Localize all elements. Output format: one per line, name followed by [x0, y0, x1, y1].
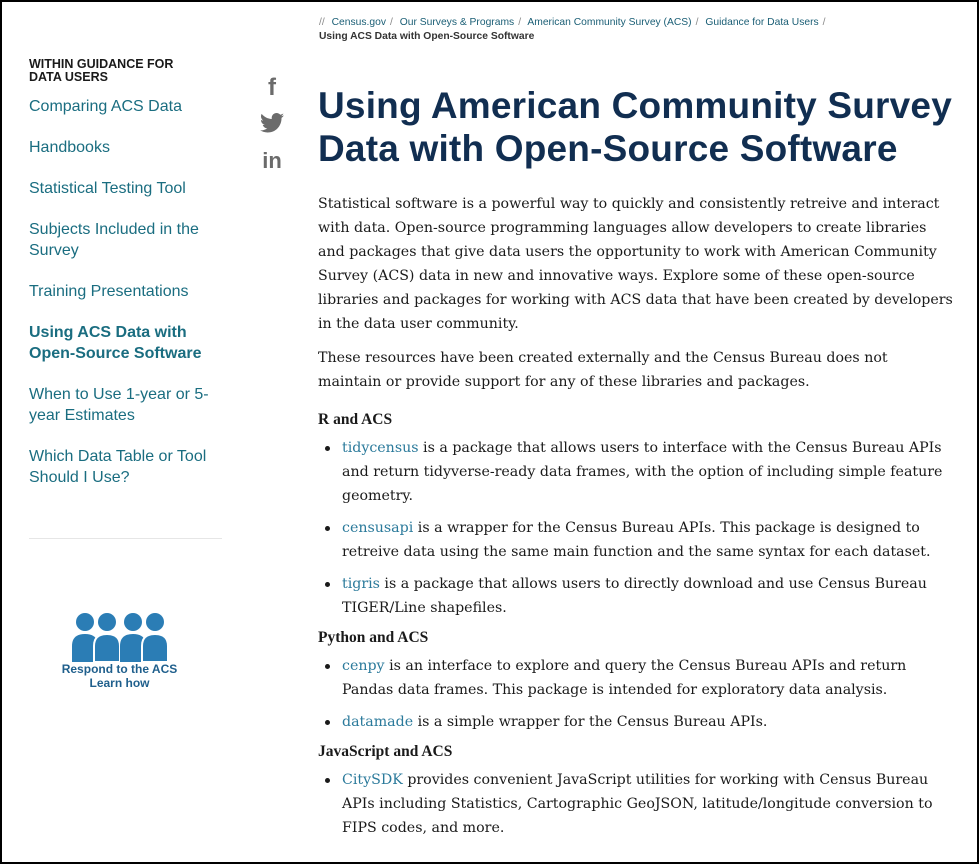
intro-line: Survey (ACS) data in new and innovative … [318, 268, 915, 284]
item-text: APIs including Statistics, Cartographic … [342, 796, 933, 812]
disclaimer-paragraph: These resources have been created extern… [318, 346, 977, 394]
sidebar-item-label: Comparing ACS Data [29, 98, 182, 115]
item-text: is an interface to explore and query the… [384, 658, 907, 674]
breadcrumb-lead: // [319, 17, 325, 28]
people-group-icon [71, 613, 169, 662]
item-text: geometry. [342, 488, 413, 504]
breadcrumb-surveys-programs[interactable]: Our Surveys & Programs [400, 17, 514, 28]
item-text: provides convenient JavaScript utilities… [402, 772, 929, 788]
breadcrumb-guidance[interactable]: Guidance for Data Users [705, 17, 818, 28]
main-content: Using American Community Survey Data wit… [318, 84, 977, 844]
item-text: retreive data using the same main functi… [342, 544, 931, 560]
page-title-line1: Using American Community Survey [318, 85, 952, 126]
intro-line: with data. Open-source programming langu… [318, 220, 927, 236]
sidebar-item-label: Subjects Included in the [29, 221, 199, 238]
sidebar-item-training-presentations[interactable]: Training Presentations [29, 281, 229, 302]
list-item: tidycensus is a package that allows user… [318, 436, 977, 508]
intro-line: Statistical software is a powerful way t… [318, 196, 940, 212]
sidebar-item-label: Survey [29, 242, 79, 259]
breadcrumb: // Census.gov / Our Surveys & Programs / A… [319, 16, 959, 43]
sidebar-nav: WITHIN GUIDANCE FOR DATA USERS Comparing… [29, 58, 229, 508]
sidebar-item-label: Training Presentations [29, 283, 189, 300]
javascript-package-list: CitySDK provides convenient JavaScript u… [318, 768, 977, 840]
sidebar-item-label: Which Data Table or Tool [29, 448, 207, 465]
list-item: cenpy is an interface to explore and que… [318, 654, 977, 702]
item-text: is a package that allows users to interf… [418, 440, 942, 456]
social-share: f in [258, 75, 286, 174]
item-text: is a wrapper for the Census Bureau APIs.… [413, 520, 920, 536]
twitter-bird-svg [260, 113, 284, 133]
item-text: is a simple wrapper for the Census Burea… [413, 714, 768, 730]
intro-line: libraries and packages for working with … [318, 292, 953, 308]
sidebar-item-label: Open-Source Software [29, 345, 202, 362]
sidebar-divider [29, 538, 222, 539]
sidebar-item-label: Should I Use? [29, 469, 130, 486]
tigris-link[interactable]: tigris [342, 576, 380, 592]
breadcrumb-current: Using ACS Data with Open-Source Software [319, 30, 535, 42]
section-heading-r: R and ACS [318, 411, 393, 428]
list-item: datamade is a simple wrapper for the Cen… [318, 710, 977, 734]
datamade-link[interactable]: datamade [342, 714, 413, 730]
breadcrumb-census-gov[interactable]: Census.gov [332, 17, 386, 28]
page-title: Using American Community Survey Data wit… [318, 84, 977, 170]
list-item: censusapi is a wrapper for the Census Bu… [318, 516, 977, 564]
sidebar-item-subjects-included[interactable]: Subjects Included in the Survey [29, 219, 229, 261]
section-heading-python: Python and ACS [318, 629, 429, 646]
item-text: is a package that allows users to direct… [379, 576, 927, 592]
disclaimer-line: These resources have been created extern… [318, 350, 888, 366]
cenpy-link[interactable]: cenpy [342, 658, 385, 674]
sidebar-item-statistical-testing-tool[interactable]: Statistical Testing Tool [29, 178, 229, 199]
twitter-icon[interactable] [258, 113, 286, 138]
sidebar-item-which-data-table[interactable]: Which Data Table or Tool Should I Use? [29, 446, 229, 488]
item-text: TIGER/Line shapefiles. [342, 600, 507, 616]
tidycensus-link[interactable]: tidycensus [342, 440, 419, 456]
respond-learn-how-label: Learn how [89, 676, 150, 690]
sidebar-item-label: Using ACS Data with [29, 324, 187, 341]
sidebar-item-label: When to Use 1-year or 5- [29, 386, 209, 403]
censusapi-link[interactable]: censusapi [342, 520, 413, 536]
sidebar-item-label: Handbooks [29, 139, 110, 156]
page-title-line2: Data with Open-Source Software [318, 128, 898, 169]
sidebar-item-using-acs-open-source[interactable]: Using ACS Data with Open-Source Software [29, 322, 229, 364]
item-text: Pandas data frames. This package is inte… [342, 682, 888, 698]
page-frame: // Census.gov / Our Surveys & Programs / A… [0, 0, 979, 864]
sidebar-item-handbooks[interactable]: Handbooks [29, 137, 229, 158]
item-text: and return tidyverse-ready data frames, … [342, 464, 943, 480]
linkedin-icon[interactable]: in [258, 148, 286, 174]
list-item: CitySDK provides convenient JavaScript u… [318, 768, 977, 840]
list-item: tigris is a package that allows users to… [318, 572, 977, 620]
respond-acs-link[interactable]: Respond to the ACS Learn how [47, 610, 192, 690]
facebook-icon[interactable]: f [258, 75, 286, 101]
intro-line: and packages that give data users the op… [318, 244, 937, 260]
intro-line: in the data user community. [318, 316, 519, 332]
section-heading-javascript: JavaScript and ACS [318, 743, 453, 760]
sidebar-item-1-year-5-year[interactable]: When to Use 1-year or 5- year Estimates [29, 384, 229, 426]
sidebar-item-label: year Estimates [29, 407, 135, 424]
disclaimer-line: maintain or provide support for any of t… [318, 374, 810, 390]
intro-paragraph: Statistical software is a powerful way t… [318, 192, 977, 336]
sidebar-item-label: Statistical Testing Tool [29, 180, 186, 197]
citysdk-link[interactable]: CitySDK [342, 772, 403, 788]
python-package-list: cenpy is an interface to explore and que… [318, 654, 977, 734]
item-text: FIPS codes, and more. [342, 820, 505, 836]
sidebar-heading: WITHIN GUIDANCE FOR DATA USERS [29, 58, 229, 84]
respond-acs-label: Respond to the ACS [61, 662, 178, 676]
article-body: Statistical software is a powerful way t… [318, 192, 977, 840]
r-package-list: tidycensus is a package that allows user… [318, 436, 977, 620]
breadcrumb-acs[interactable]: American Community Survey (ACS) [527, 17, 691, 28]
sidebar-heading-line2: DATA USERS [29, 70, 108, 84]
sidebar-item-comparing-acs-data[interactable]: Comparing ACS Data [29, 96, 229, 117]
